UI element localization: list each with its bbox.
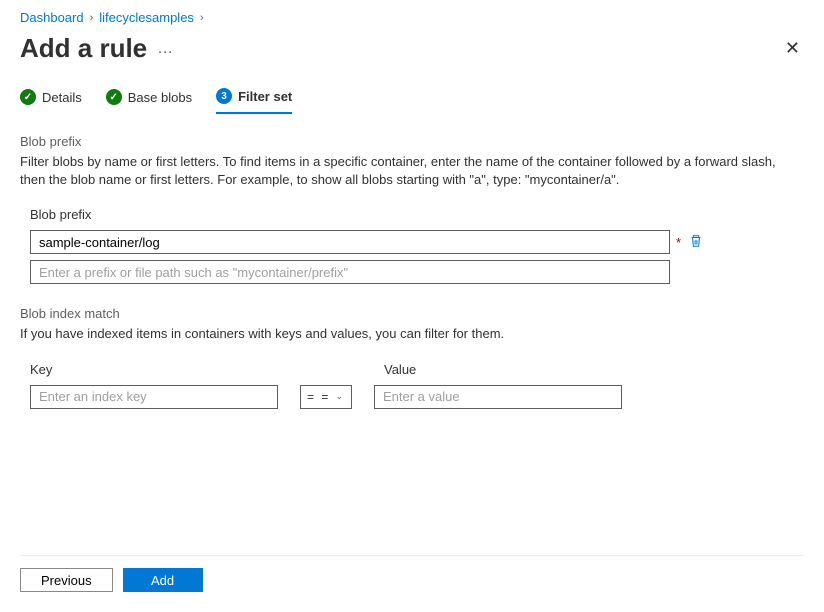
tab-details[interactable]: ✓ Details xyxy=(20,80,82,114)
blob-index-section-label: Blob index match xyxy=(20,306,804,321)
step-number-icon: 3 xyxy=(216,88,232,104)
blob-prefix-field-label: Blob prefix xyxy=(20,207,804,222)
close-icon[interactable]: ✕ xyxy=(781,34,804,63)
add-button[interactable]: Add xyxy=(123,568,203,592)
blob-prefix-input[interactable] xyxy=(30,230,670,254)
tab-filter-set[interactable]: 3 Filter set xyxy=(216,80,292,114)
wizard-tabs: ✓ Details ✓ Base blobs 3 Filter set xyxy=(0,80,824,114)
more-icon[interactable]: … xyxy=(157,40,173,58)
blob-prefix-input-empty[interactable] xyxy=(30,260,670,284)
key-column-label: Key xyxy=(30,362,310,377)
index-key-input[interactable] xyxy=(30,385,278,409)
blob-prefix-section-label: Blob prefix xyxy=(20,134,804,149)
chevron-down-icon: ⌄ xyxy=(335,391,345,402)
tab-base-blobs[interactable]: ✓ Base blobs xyxy=(106,80,192,114)
breadcrumb-lifecyclesamples[interactable]: lifecyclesamples xyxy=(99,10,194,25)
chevron-right-icon: › xyxy=(198,12,206,24)
tab-label: Filter set xyxy=(238,89,292,104)
tab-label: Details xyxy=(42,90,82,105)
wizard-footer: Previous Add xyxy=(20,555,804,592)
operator-select[interactable]: = = ⌄ xyxy=(300,385,352,409)
check-icon: ✓ xyxy=(106,89,122,105)
tab-label: Base blobs xyxy=(128,90,192,105)
required-indicator: * xyxy=(676,235,681,250)
page-header: Add a rule … ✕ xyxy=(0,29,824,80)
check-icon: ✓ xyxy=(20,89,36,105)
blob-index-section-desc: If you have indexed items in containers … xyxy=(20,325,804,343)
trash-icon[interactable] xyxy=(687,232,705,253)
blob-prefix-section-desc: Filter blobs by name or first letters. T… xyxy=(20,153,804,189)
value-column-label: Value xyxy=(384,362,416,377)
chevron-right-icon: › xyxy=(88,12,96,24)
operator-value: = = xyxy=(307,390,330,404)
index-value-input[interactable] xyxy=(374,385,622,409)
page-title: Add a rule xyxy=(20,33,147,64)
breadcrumb: Dashboard › lifecyclesamples › xyxy=(0,0,824,29)
previous-button[interactable]: Previous xyxy=(20,568,113,592)
breadcrumb-dashboard[interactable]: Dashboard xyxy=(20,10,84,25)
